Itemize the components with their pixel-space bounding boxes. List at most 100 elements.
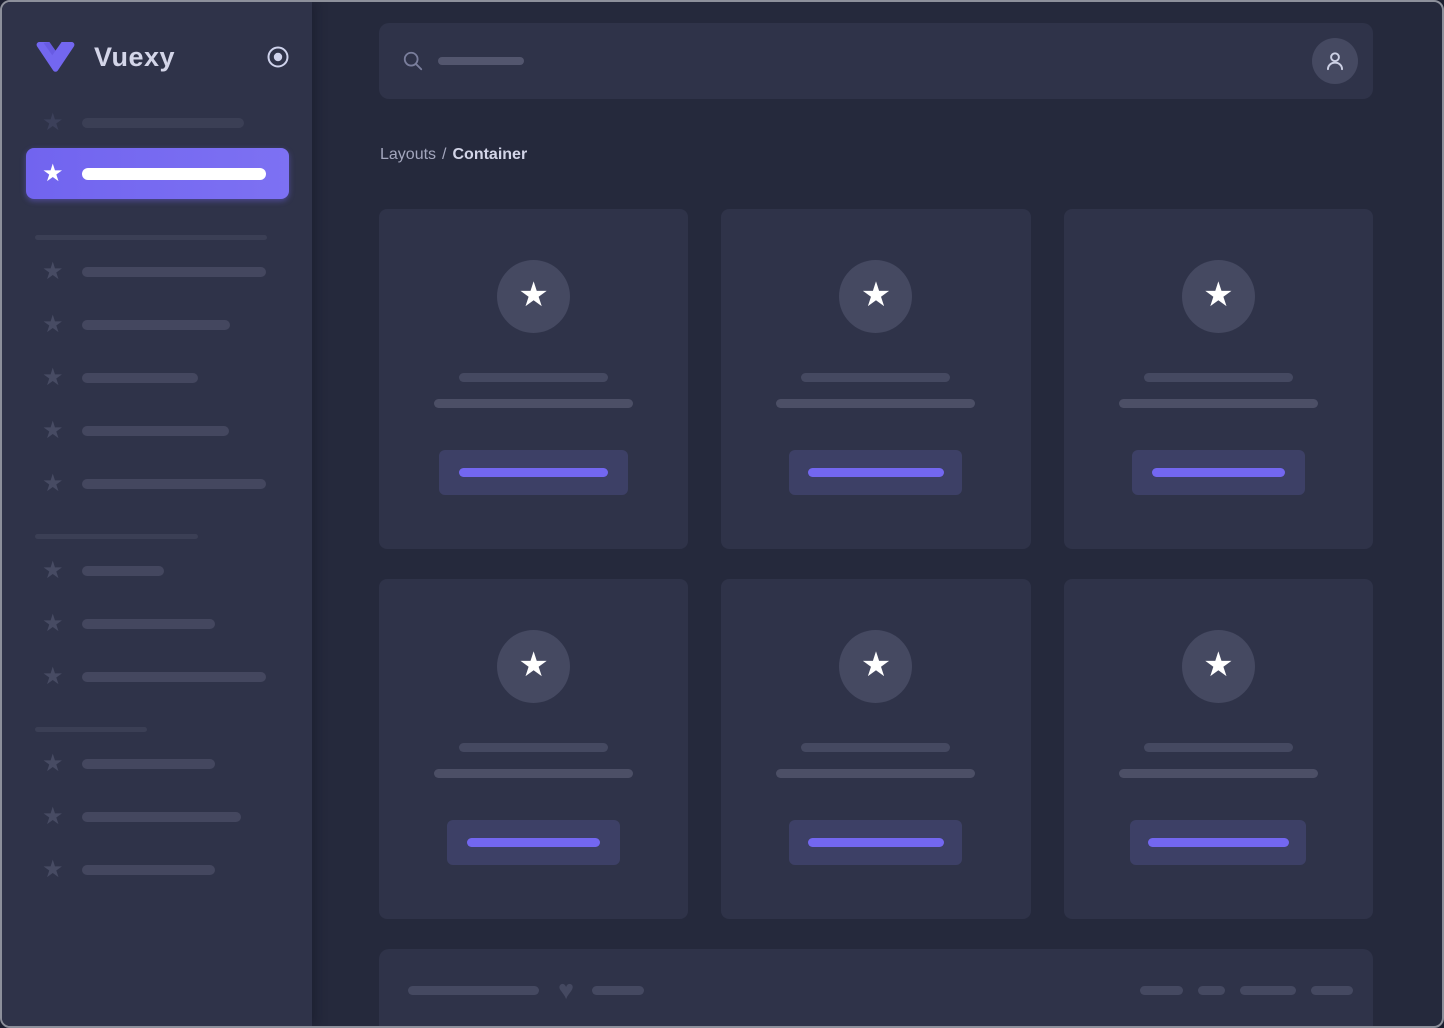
card-action-button[interactable] <box>1130 820 1307 865</box>
nav-label-skeleton <box>82 426 229 436</box>
logo-row: Vuexy <box>2 2 312 86</box>
breadcrumb-separator: / <box>442 146 447 163</box>
nav-section-heading-skeleton <box>35 235 267 240</box>
star-icon: ★ <box>42 417 64 444</box>
sidebar-nav-item[interactable]: ★ <box>42 557 288 585</box>
star-icon: ★ <box>42 109 64 136</box>
card-action-button[interactable] <box>789 820 963 865</box>
nav-label-skeleton <box>82 118 244 128</box>
nav-label-skeleton <box>82 267 266 277</box>
placeholder-card: ★ <box>379 579 689 919</box>
subtitle-line-skeleton <box>434 399 634 408</box>
sidebar: Vuexy ★ ★ ★ ★ ★ ★ ★ ★ ★ ★ ★ ★ ★ <box>2 2 312 1026</box>
footer-left-group: ♥ <box>408 976 645 1004</box>
title-line-skeleton <box>459 373 609 382</box>
star-icon: ★ <box>42 311 64 338</box>
sidebar-nav-item[interactable]: ★ <box>42 109 288 137</box>
star-avatar: ★ <box>839 630 913 703</box>
title-line-skeleton <box>1143 743 1293 752</box>
placeholder-card: ★ <box>1063 579 1373 919</box>
star-icon: ★ <box>42 663 64 690</box>
record-circle-icon[interactable] <box>266 45 290 69</box>
star-icon: ★ <box>42 470 64 497</box>
search-bar[interactable] <box>379 23 1373 99</box>
subtitle-line-skeleton <box>1118 399 1318 408</box>
nav-section-heading-skeleton <box>35 534 198 539</box>
sidebar-nav-item[interactable]: ★ <box>42 258 288 286</box>
breadcrumb: Layouts / Container <box>380 146 1373 164</box>
button-label-skeleton <box>459 468 609 477</box>
placeholder-card: ★ <box>721 579 1031 919</box>
app-window: Vuexy ★ ★ ★ ★ ★ ★ ★ ★ ★ ★ ★ ★ ★ Layouts … <box>0 0 1444 1028</box>
subtitle-line-skeleton <box>776 399 976 408</box>
footer-right-group <box>1140 985 1353 995</box>
button-label-skeleton <box>1151 468 1285 477</box>
placeholder-card: ★ <box>379 209 689 549</box>
star-icon: ★ <box>518 276 549 314</box>
title-line-skeleton <box>801 373 951 382</box>
app-title: Vuexy <box>94 41 176 72</box>
nav-label-skeleton <box>82 167 266 180</box>
nav-label-skeleton <box>82 320 230 330</box>
nav-label-skeleton <box>82 566 164 576</box>
star-avatar: ★ <box>497 630 571 703</box>
card-action-button[interactable] <box>439 450 629 495</box>
nav-label-skeleton <box>82 812 241 822</box>
sidebar-nav-item[interactable]: ★ <box>42 364 288 392</box>
star-icon: ★ <box>860 276 892 314</box>
star-icon: ★ <box>860 646 892 684</box>
footer-skeleton-bar <box>408 985 539 995</box>
nav-label-skeleton <box>82 619 215 629</box>
card-action-button[interactable] <box>789 450 963 495</box>
sidebar-nav-item[interactable]: ★ <box>42 311 288 339</box>
footer-skeleton-bar <box>1198 985 1225 995</box>
sidebar-nav-item[interactable]: ★ <box>42 856 288 884</box>
title-line-skeleton <box>1143 373 1293 382</box>
person-icon <box>1326 52 1344 71</box>
heart-icon[interactable]: ♥ <box>558 976 574 1004</box>
star-avatar: ★ <box>497 260 571 333</box>
button-label-skeleton <box>807 838 944 847</box>
subtitle-line-skeleton <box>1118 769 1318 778</box>
placeholder-card: ★ <box>721 209 1031 549</box>
star-icon: ★ <box>1203 646 1234 684</box>
sidebar-nav-item[interactable]: ★ <box>42 470 288 498</box>
star-avatar: ★ <box>839 260 913 333</box>
sidebar-nav-item[interactable]: ★ <box>42 803 288 831</box>
button-label-skeleton <box>1147 838 1289 847</box>
footer-card: ♥ <box>379 949 1373 1026</box>
nav-label-skeleton <box>82 759 215 769</box>
star-icon: ★ <box>42 803 64 830</box>
avatar[interactable] <box>1312 38 1358 84</box>
sidebar-nav-item[interactable]: ★ <box>42 750 288 778</box>
star-avatar: ★ <box>1181 630 1255 703</box>
subtitle-line-skeleton <box>434 769 634 778</box>
breadcrumb-parent[interactable]: Layouts <box>380 146 436 163</box>
star-icon: ★ <box>42 610 64 637</box>
sidebar-nav: ★ ★ ★ ★ ★ ★ ★ ★ ★ ★ ★ ★ ★ <box>2 86 312 884</box>
placeholder-card: ★ <box>1063 209 1373 549</box>
button-label-skeleton <box>467 838 601 847</box>
sidebar-nav-item[interactable]: ★ <box>42 610 288 638</box>
star-icon: ★ <box>518 646 549 684</box>
sidebar-nav-item-active[interactable]: ★ <box>26 148 289 199</box>
star-icon: ★ <box>1203 276 1234 314</box>
star-icon: ★ <box>42 159 64 187</box>
card-action-button[interactable] <box>1131 450 1305 495</box>
vuexy-logo-icon <box>36 42 75 72</box>
sidebar-nav-item[interactable]: ★ <box>42 417 288 445</box>
star-icon: ★ <box>42 258 64 285</box>
search-icon <box>403 51 423 71</box>
star-avatar: ★ <box>1181 260 1255 333</box>
subtitle-line-skeleton <box>776 769 976 778</box>
nav-label-skeleton <box>82 373 198 383</box>
card-action-button[interactable] <box>447 820 621 865</box>
footer-skeleton-bar <box>1311 985 1353 995</box>
title-line-skeleton <box>801 743 951 752</box>
footer-skeleton-bar <box>1140 985 1183 995</box>
star-icon: ★ <box>42 856 64 883</box>
nav-section-heading-skeleton <box>35 727 147 732</box>
sidebar-nav-item[interactable]: ★ <box>42 663 288 691</box>
nav-label-skeleton <box>82 672 266 682</box>
footer-skeleton-bar <box>592 985 645 995</box>
